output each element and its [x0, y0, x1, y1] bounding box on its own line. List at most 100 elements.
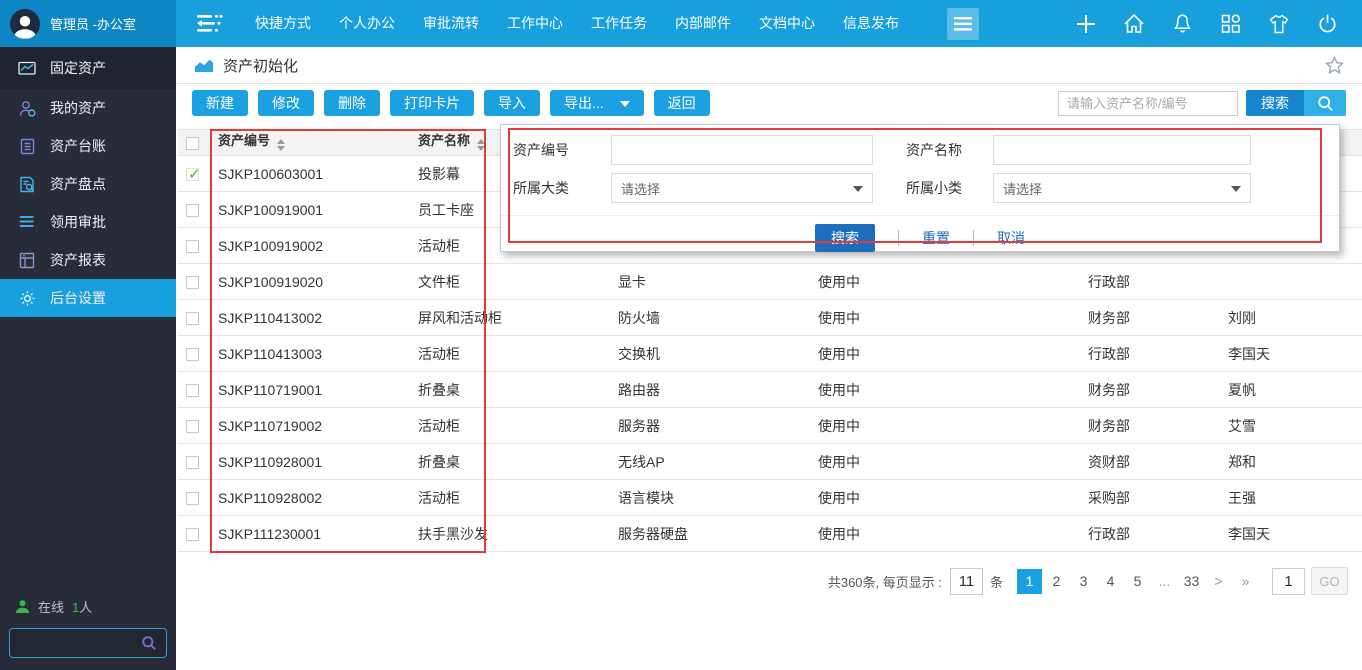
- row-checkbox[interactable]: [186, 276, 199, 289]
- user-icon: [18, 100, 36, 117]
- row-checkbox[interactable]: [186, 348, 199, 361]
- search-magnifier-button[interactable]: [1304, 90, 1346, 116]
- sidebar-item-fixed-assets[interactable]: 固定资产: [0, 47, 176, 89]
- row-checkbox[interactable]: [186, 312, 199, 325]
- delete-button[interactable]: 删除: [324, 90, 380, 116]
- minor-class-select[interactable]: 请选择: [993, 173, 1251, 203]
- column-header-asset-code[interactable]: 资产编号: [210, 130, 410, 156]
- table-row[interactable]: SJKP110413003 活动柜 交换机 使用中 行政部 李国天: [178, 336, 1362, 372]
- cell-asset-code: SJKP100603001: [210, 156, 410, 192]
- online-label: 在线: [38, 597, 64, 616]
- asset-name-label: 资产名称: [873, 140, 993, 160]
- plus-icon[interactable]: [1076, 14, 1096, 34]
- page-button-1[interactable]: 1: [1017, 569, 1042, 594]
- table-row[interactable]: SJKP110928002 活动柜 语言模块 使用中 采购部 王强: [178, 480, 1362, 516]
- sidebar-item-label: 资产台账: [50, 136, 106, 156]
- cell-user: 夏帆: [1220, 372, 1362, 408]
- page-button-5[interactable]: 5: [1125, 569, 1150, 594]
- nav-toggle-icon[interactable]: [196, 13, 223, 34]
- menu-more-button[interactable]: [947, 8, 979, 40]
- sidebar-item-my-assets[interactable]: 我的资产: [0, 89, 176, 127]
- new-button[interactable]: 新建: [192, 90, 248, 116]
- sidebar-search-input[interactable]: [19, 636, 141, 651]
- table-row[interactable]: SJKP110719001 折叠桌 路由器 使用中 财务部 夏帆: [178, 372, 1362, 408]
- row-checkbox[interactable]: [186, 204, 199, 217]
- search-icon[interactable]: [141, 635, 157, 651]
- major-class-select[interactable]: 请选择: [611, 173, 873, 203]
- sidebar-item-asset-inventory[interactable]: 资产盘点: [0, 165, 176, 203]
- menu-item-shortcuts[interactable]: 快捷方式: [241, 0, 325, 47]
- reset-button[interactable]: 重置: [922, 228, 950, 248]
- bell-icon[interactable]: [1172, 13, 1193, 34]
- row-checkbox[interactable]: [186, 492, 199, 505]
- sidebar-item-backend-settings[interactable]: 后台设置: [0, 279, 176, 317]
- page-size-input[interactable]: [950, 568, 983, 595]
- table-row[interactable]: SJKP110413002 屏风和活动柜 防火墙 使用中 财务部 刘刚: [178, 300, 1362, 336]
- table-row[interactable]: SJKP111230001 扶手黑沙发 服务器硬盘 使用中 行政部 李国天: [178, 516, 1362, 552]
- menu-item-work-center[interactable]: 工作中心: [493, 0, 577, 47]
- cell-asset-name: 折叠桌: [410, 372, 610, 408]
- popup-search-button[interactable]: 搜索: [815, 224, 875, 252]
- page-button-33[interactable]: 33: [1179, 569, 1204, 594]
- user-area[interactable]: 管理员 -办公室: [0, 0, 176, 47]
- page-button-2[interactable]: 2: [1044, 569, 1069, 594]
- pagination: 共360条, 每页显示 : 条 12345...33>» GO: [828, 567, 1348, 595]
- go-button[interactable]: GO: [1311, 567, 1348, 595]
- theme-icon[interactable]: [1268, 14, 1290, 34]
- sidebar-item-label: 领用审批: [50, 212, 106, 232]
- next-page-button[interactable]: >: [1206, 569, 1231, 594]
- row-checkbox[interactable]: [186, 168, 199, 181]
- divider: [898, 230, 899, 246]
- page-button-3[interactable]: 3: [1071, 569, 1096, 594]
- cell-user: 郑和: [1220, 444, 1362, 480]
- asset-code-input[interactable]: [611, 135, 873, 165]
- sort-icon[interactable]: [277, 135, 285, 155]
- menu-item-approval-flow[interactable]: 审批流转: [409, 0, 493, 47]
- row-checkbox[interactable]: [186, 240, 199, 253]
- last-page-button[interactable]: »: [1233, 569, 1258, 594]
- cell-device-name: 无线AP: [610, 444, 810, 480]
- menu-item-document-center[interactable]: 文档中心: [745, 0, 829, 47]
- cancel-button[interactable]: 取消: [997, 228, 1025, 248]
- cell-asset-name: 扶手黑沙发: [410, 516, 610, 552]
- quick-search-input[interactable]: [1058, 91, 1238, 116]
- chevron-down-icon: [620, 101, 630, 112]
- page-button-4[interactable]: 4: [1098, 569, 1123, 594]
- cell-asset-name: 活动柜: [410, 336, 610, 372]
- table-row[interactable]: SJKP100919020 文件柜 显卡 使用中 行政部: [178, 264, 1362, 300]
- row-checkbox[interactable]: [186, 420, 199, 433]
- menu-item-info-publish[interactable]: 信息发布: [829, 0, 913, 47]
- sidebar-item-asset-reports[interactable]: 资产报表: [0, 241, 176, 279]
- sidebar-item-label: 我的资产: [50, 98, 106, 118]
- home-icon[interactable]: [1123, 13, 1145, 34]
- sidebar-item-requisition-approval[interactable]: 领用审批: [0, 203, 176, 241]
- import-button[interactable]: 导入: [484, 90, 540, 116]
- power-icon[interactable]: [1317, 13, 1338, 34]
- table-row[interactable]: SJKP110719002 活动柜 服务器 使用中 财务部 艾雪: [178, 408, 1362, 444]
- apps-icon[interactable]: [1220, 13, 1241, 34]
- table-row[interactable]: SJKP110928001 折叠桌 无线AP 使用中 资财部 郑和: [178, 444, 1362, 480]
- cell-status: 使用中: [810, 264, 1080, 300]
- sidebar-item-asset-ledger[interactable]: 资产台账: [0, 127, 176, 165]
- row-checkbox[interactable]: [186, 528, 199, 541]
- page-buttons: 12345...33>»: [1017, 569, 1258, 594]
- menu-item-work-tasks[interactable]: 工作任务: [577, 0, 661, 47]
- menu-item-personal-office[interactable]: 个人办公: [325, 0, 409, 47]
- print-card-button[interactable]: 打印卡片: [390, 90, 474, 116]
- menu-item-internal-mail[interactable]: 内部邮件: [661, 0, 745, 47]
- chevron-down-icon: [853, 186, 863, 197]
- goto-page-input[interactable]: [1272, 568, 1305, 595]
- sort-icon[interactable]: [477, 135, 485, 155]
- cell-device-name: 服务器硬盘: [610, 516, 810, 552]
- asset-name-input[interactable]: [993, 135, 1251, 165]
- edit-button[interactable]: 修改: [258, 90, 314, 116]
- row-checkbox[interactable]: [186, 456, 199, 469]
- select-all-checkbox[interactable]: [186, 137, 199, 150]
- row-checkbox[interactable]: [186, 384, 199, 397]
- search-button[interactable]: 搜索: [1246, 90, 1304, 116]
- sidebar-search-box[interactable]: [9, 628, 167, 658]
- back-button[interactable]: 返回: [654, 90, 710, 116]
- report-icon: [18, 252, 36, 269]
- export-dropdown-button[interactable]: 导出...: [550, 90, 644, 116]
- favorite-star-icon[interactable]: [1325, 56, 1344, 74]
